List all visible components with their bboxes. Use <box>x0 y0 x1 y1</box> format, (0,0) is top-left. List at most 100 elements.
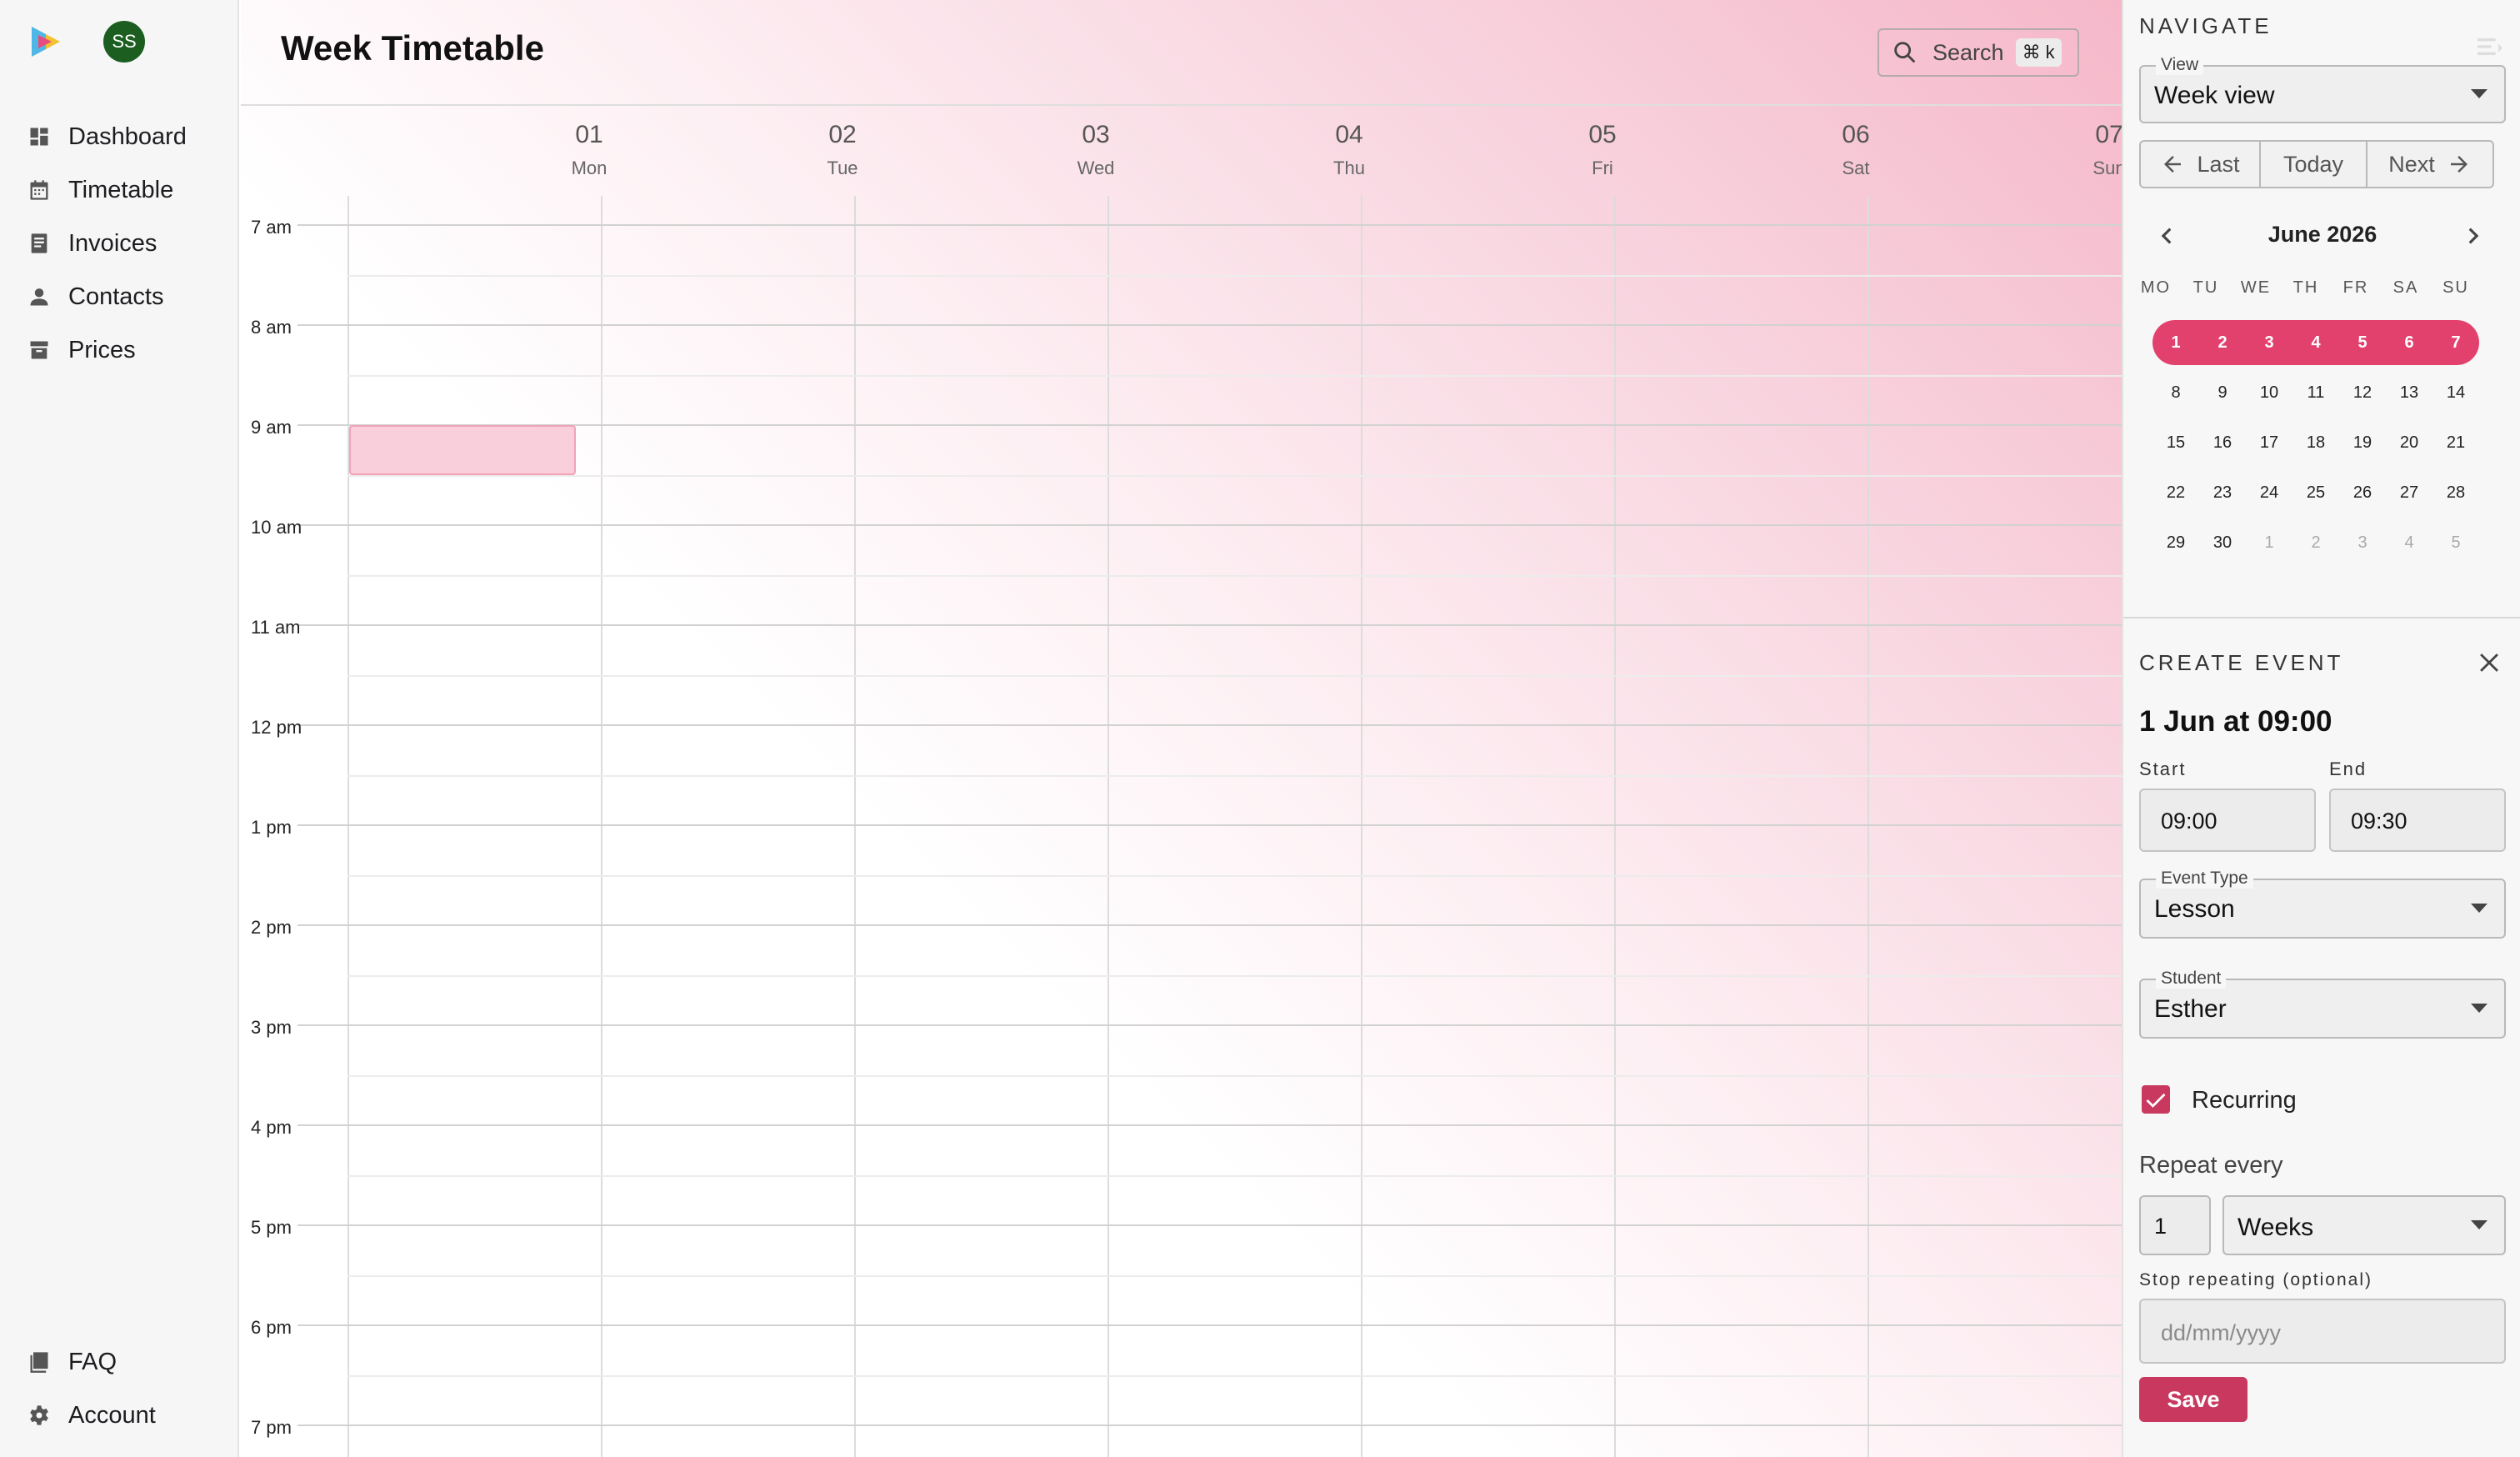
prev-month-button[interactable] <box>2151 220 2182 252</box>
end-time-field[interactable]: 09:30 <box>2329 789 2506 852</box>
next-month-button[interactable] <box>2458 220 2489 252</box>
event-date-time: 1 Jun at 09:00 <box>2139 705 2332 738</box>
repeat-count-input[interactable]: 1 <box>2139 1195 2211 1255</box>
search-button[interactable]: Search ⌘ k <box>1878 28 2079 77</box>
gear-icon <box>27 1403 52 1428</box>
recurring-checkbox[interactable] <box>2142 1085 2170 1114</box>
end-label: End <box>2329 759 2368 779</box>
save-button[interactable]: Save <box>2139 1377 2248 1422</box>
dropdown-caret-icon <box>2471 1220 2488 1229</box>
student-select[interactable]: Student Esther <box>2139 969 2506 1039</box>
app-logo[interactable] <box>27 23 63 60</box>
avatar[interactable]: SS <box>103 21 145 63</box>
view-select[interactable]: View Week view <box>2139 55 2506 123</box>
view-select-label: View <box>2156 55 2204 75</box>
search-icon <box>1894 42 1916 63</box>
sidebar-item-label: Contacts <box>68 283 164 310</box>
sidebar-item-dashboard[interactable]: Dashboard <box>27 110 227 163</box>
sidebar: SS Dashboard Timetable Invoices Contacts… <box>0 0 239 1457</box>
collapse-menu-icon[interactable] <box>2473 30 2507 63</box>
calendar-day[interactable]: 30 <box>2199 520 2246 565</box>
calendar-day-next-month[interactable]: 2 <box>2292 520 2339 565</box>
calendar-day[interactable]: 26 <box>2339 470 2386 515</box>
repeat-every-label: Repeat every <box>2139 1152 2283 1179</box>
calendar-day-next-month[interactable]: 4 <box>2386 520 2432 565</box>
calendar-day[interactable]: 2 <box>2199 320 2246 365</box>
calendar-day[interactable]: 11 <box>2292 370 2339 415</box>
calendar-day[interactable]: 23 <box>2199 470 2246 515</box>
recurring-label: Recurring <box>2192 1087 2297 1114</box>
hour-line <box>298 1424 2122 1426</box>
timetable-main: Week Timetable Search ⌘ k 01 Mon 02 Tue 03… <box>241 0 2122 1457</box>
calendar-day[interactable]: 27 <box>2386 470 2432 515</box>
sidebar-item-faq[interactable]: FAQ <box>27 1335 227 1389</box>
calendar-day[interactable]: 17 <box>2246 420 2292 465</box>
calendar-day[interactable]: 3 <box>2246 320 2292 365</box>
repeat-unit-select[interactable]: Weeks <box>2222 1195 2506 1255</box>
calendar-day[interactable]: 25 <box>2292 470 2339 515</box>
calendar-day[interactable]: 21 <box>2432 420 2479 465</box>
last-button[interactable]: Last <box>2139 140 2261 188</box>
calendar-day[interactable]: 24 <box>2246 470 2292 515</box>
sidebar-item-invoices[interactable]: Invoices <box>27 217 227 270</box>
navigate-title: NAVIGATE <box>2139 13 2272 38</box>
sidebar-item-timetable[interactable]: Timetable <box>27 163 227 217</box>
student-value: Esther <box>2154 995 2227 1023</box>
weekday-label: FR <box>2342 278 2369 297</box>
calendar-day[interactable]: 9 <box>2199 370 2246 415</box>
calendar-day[interactable]: 18 <box>2292 420 2339 465</box>
calendar-day[interactable]: 8 <box>2152 370 2199 415</box>
save-button-label: Save <box>2167 1386 2220 1412</box>
draft-event-block[interactable] <box>349 425 576 475</box>
calendar-day-next-month[interactable]: 1 <box>2246 520 2292 565</box>
half-hour-line <box>348 1175 2122 1177</box>
hour-label: 7 am <box>251 217 292 238</box>
day-number: 06 <box>1842 121 1870 148</box>
hour-label: 7 pm <box>251 1417 292 1438</box>
weekday-label: SU <box>2442 278 2469 297</box>
half-hour-line <box>348 1275 2122 1277</box>
calendar-day[interactable]: 28 <box>2432 470 2479 515</box>
start-time-field[interactable]: 09:00 <box>2139 789 2316 852</box>
calendar-day[interactable]: 22 <box>2152 470 2199 515</box>
event-type-value: Lesson <box>2154 895 2235 923</box>
calendar-day[interactable]: 20 <box>2386 420 2432 465</box>
dropdown-caret-icon <box>2471 904 2488 913</box>
calendar-day[interactable]: 16 <box>2199 420 2246 465</box>
stop-date-input[interactable]: dd/mm/yyyy <box>2139 1299 2506 1364</box>
dashboard-icon <box>27 124 52 149</box>
calendar-day-next-month[interactable]: 5 <box>2432 520 2479 565</box>
repeat-count-value: 1 <box>2154 1214 2168 1239</box>
sidebar-item-contacts[interactable]: Contacts <box>27 270 227 323</box>
column-divider <box>1614 196 1616 1457</box>
sidebar-nav: Dashboard Timetable Invoices Contacts Pr… <box>27 110 227 377</box>
sidebar-item-prices[interactable]: Prices <box>27 323 227 377</box>
calendar-day[interactable]: 10 <box>2246 370 2292 415</box>
calendar-day[interactable]: 19 <box>2339 420 2386 465</box>
calendar-day[interactable]: 5 <box>2339 320 2386 365</box>
sidebar-item-label: Account <box>68 1401 156 1429</box>
calendar-day[interactable]: 14 <box>2432 370 2479 415</box>
calendar-day[interactable]: 1 <box>2152 320 2199 365</box>
mini-calendar-month: June 2026 <box>2268 222 2378 247</box>
calendar-day[interactable]: 7 <box>2432 320 2479 365</box>
hour-label: 10 am <box>251 517 302 538</box>
today-button[interactable]: Today <box>2261 140 2368 188</box>
calendar-day[interactable]: 29 <box>2152 520 2199 565</box>
hour-label: 4 pm <box>251 1117 292 1138</box>
event-type-select[interactable]: Event Type Lesson <box>2139 869 2506 939</box>
half-hour-line <box>348 275 2122 277</box>
calendar-day[interactable]: 15 <box>2152 420 2199 465</box>
close-create-event-button[interactable] <box>2477 648 2505 677</box>
sidebar-item-account[interactable]: Account <box>27 1389 227 1442</box>
next-button[interactable]: Next <box>2368 140 2494 188</box>
calendar-day[interactable]: 12 <box>2339 370 2386 415</box>
view-select-value: Week view <box>2154 82 2275 109</box>
calendar-day[interactable]: 13 <box>2386 370 2432 415</box>
calendar-day[interactable]: 6 <box>2386 320 2432 365</box>
next-button-label: Next <box>2388 151 2435 177</box>
day-name: Tue <box>827 158 858 178</box>
chevron-right-icon <box>2468 228 2479 244</box>
calendar-day-next-month[interactable]: 3 <box>2339 520 2386 565</box>
calendar-day[interactable]: 4 <box>2292 320 2339 365</box>
